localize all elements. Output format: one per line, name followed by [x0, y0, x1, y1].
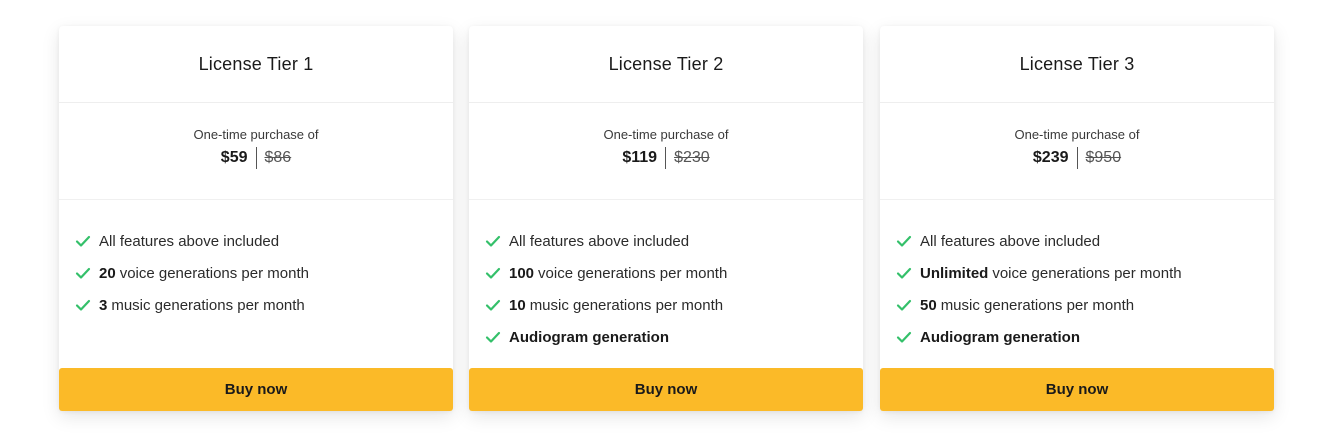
card-header: License Tier 3 [880, 26, 1274, 103]
feature-item: Audiogram generation [896, 321, 1274, 353]
pricing-card-tier-2: License Tier 2 One-time purchase of $119… [469, 26, 863, 411]
buy-now-button[interactable]: Buy now [469, 368, 863, 411]
check-icon [485, 331, 501, 343]
price-line: $119 $230 [622, 147, 710, 169]
buy-now-button[interactable]: Buy now [59, 368, 453, 411]
feature-highlight: 10 [509, 296, 526, 314]
feature-text: voice generations per month [992, 264, 1182, 282]
current-price: $239 [1032, 149, 1069, 166]
pricing-card-tier-3: License Tier 3 One-time purchase of $239… [880, 26, 1274, 411]
feature-text: music generations per month [111, 296, 305, 314]
check-icon [896, 331, 912, 343]
card-header: License Tier 1 [59, 26, 453, 103]
check-icon [485, 267, 501, 279]
feature-text: voice generations per month [538, 264, 728, 282]
pricing-section: License Tier 1 One-time purchase of $59 … [0, 0, 1330, 444]
price-caption: One-time purchase of [603, 127, 729, 142]
current-price: $59 [220, 149, 248, 166]
original-price: $950 [1085, 149, 1122, 166]
feature-item: 20 voice generations per month [75, 257, 453, 289]
original-price: $230 [674, 149, 710, 166]
check-icon [75, 235, 91, 247]
feature-highlight: Audiogram generation [509, 328, 670, 346]
feature-highlight: 100 [509, 264, 535, 282]
feature-text: music generations per month [940, 296, 1135, 314]
feature-text: All features above included [920, 232, 1101, 250]
feature-text: All features above included [509, 232, 690, 250]
feature-list: All features above included 20 voice gen… [59, 200, 453, 321]
feature-item: Unlimited voice generations per month [896, 257, 1274, 289]
feature-item: All features above included [896, 225, 1274, 257]
price-caption: One-time purchase of [1014, 127, 1140, 142]
feature-text: All features above included [99, 232, 280, 250]
check-icon [896, 235, 912, 247]
pricing-card-tier-1: License Tier 1 One-time purchase of $59 … [59, 26, 453, 411]
tier-title: License Tier 1 [198, 53, 314, 74]
card-header: License Tier 2 [469, 26, 863, 103]
price-caption: One-time purchase of [193, 127, 319, 142]
feature-item: 50 music generations per month [896, 289, 1274, 321]
feature-item: 3 music generations per month [75, 289, 453, 321]
feature-highlight: Audiogram generation [920, 328, 1081, 346]
price-block: One-time purchase of $59 $86 [59, 103, 453, 200]
feature-list: All features above included 100 voice ge… [469, 200, 863, 353]
buy-now-button[interactable]: Buy now [880, 368, 1274, 411]
feature-highlight: Unlimited [920, 264, 989, 282]
check-icon [485, 235, 501, 247]
check-icon [75, 299, 91, 311]
price-line: $59 $86 [221, 147, 291, 169]
feature-highlight: 3 [99, 296, 108, 314]
price-line: $239 $950 [1033, 147, 1121, 169]
feature-item: 10 music generations per month [485, 289, 863, 321]
feature-text: voice generations per month [119, 264, 309, 282]
feature-item: 100 voice generations per month [485, 257, 863, 289]
check-icon [896, 299, 912, 311]
feature-item: Audiogram generation [485, 321, 863, 353]
feature-highlight: 50 [920, 296, 937, 314]
feature-item: All features above included [485, 225, 863, 257]
tier-title: License Tier 3 [1019, 53, 1135, 74]
feature-highlight: 20 [99, 264, 116, 282]
tier-title: License Tier 2 [608, 53, 724, 74]
feature-text: music generations per month [529, 296, 724, 314]
check-icon [896, 267, 912, 279]
check-icon [75, 267, 91, 279]
feature-list: All features above included Unlimited vo… [880, 200, 1274, 353]
original-price: $86 [264, 149, 292, 166]
current-price: $119 [622, 149, 658, 166]
price-block: One-time purchase of $119 $230 [469, 103, 863, 200]
price-block: One-time purchase of $239 $950 [880, 103, 1274, 200]
feature-item: All features above included [75, 225, 453, 257]
check-icon [485, 299, 501, 311]
